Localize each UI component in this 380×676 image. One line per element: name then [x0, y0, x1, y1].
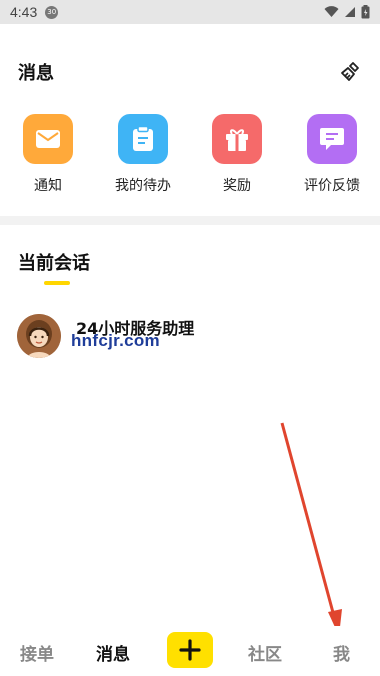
- notification-badge: 30: [45, 5, 59, 19]
- conversation-item[interactable]: 24小时服务助理 hnfcjr.com: [0, 306, 380, 368]
- quick-action-label: 通知: [34, 178, 62, 194]
- quick-action-label: 奖励: [223, 178, 251, 194]
- quick-action-feedback[interactable]: 评价反馈: [292, 114, 372, 195]
- nav-tab-me[interactable]: 我: [333, 640, 350, 665]
- quick-actions: 通知 我的待办 奖励 评价反馈: [0, 114, 380, 200]
- gift-icon: [212, 114, 262, 164]
- nav-tab-orders[interactable]: 接单: [20, 640, 54, 665]
- quick-action-label: 我的待办: [115, 178, 171, 194]
- signal-icon: [345, 7, 355, 17]
- mail-icon: [23, 114, 73, 164]
- section-divider: [0, 216, 380, 225]
- feedback-icon: [307, 114, 357, 164]
- nav-tab-community[interactable]: 社区: [248, 640, 282, 665]
- page-header: 消息: [0, 52, 380, 92]
- add-button[interactable]: [167, 632, 213, 668]
- conversation-subtitle: hnfcjr.com: [71, 331, 160, 350]
- page-title: 消息: [18, 63, 54, 84]
- assistant-avatar: [17, 314, 61, 358]
- battery-icon: [361, 5, 370, 19]
- quick-action-todo[interactable]: 我的待办: [103, 114, 183, 195]
- wifi-icon: [324, 6, 339, 17]
- status-bar: 4:43 30: [0, 0, 380, 24]
- status-icons: [324, 5, 370, 19]
- bottom-nav: 接单 消息 社区 我: [0, 626, 380, 676]
- plus-icon: [179, 639, 201, 661]
- status-time: 4:43: [10, 4, 38, 20]
- section-title: 当前会话: [18, 253, 90, 274]
- quick-action-notice[interactable]: 通知: [8, 114, 88, 195]
- quick-action-label: 评价反馈: [304, 178, 360, 194]
- clear-messages-button[interactable]: [338, 60, 362, 84]
- nav-tab-messages[interactable]: 消息: [96, 640, 130, 665]
- quick-action-reward[interactable]: 奖励: [197, 114, 277, 195]
- section-underline: [44, 281, 70, 285]
- clipboard-icon: [118, 114, 168, 164]
- broom-icon: [341, 62, 359, 81]
